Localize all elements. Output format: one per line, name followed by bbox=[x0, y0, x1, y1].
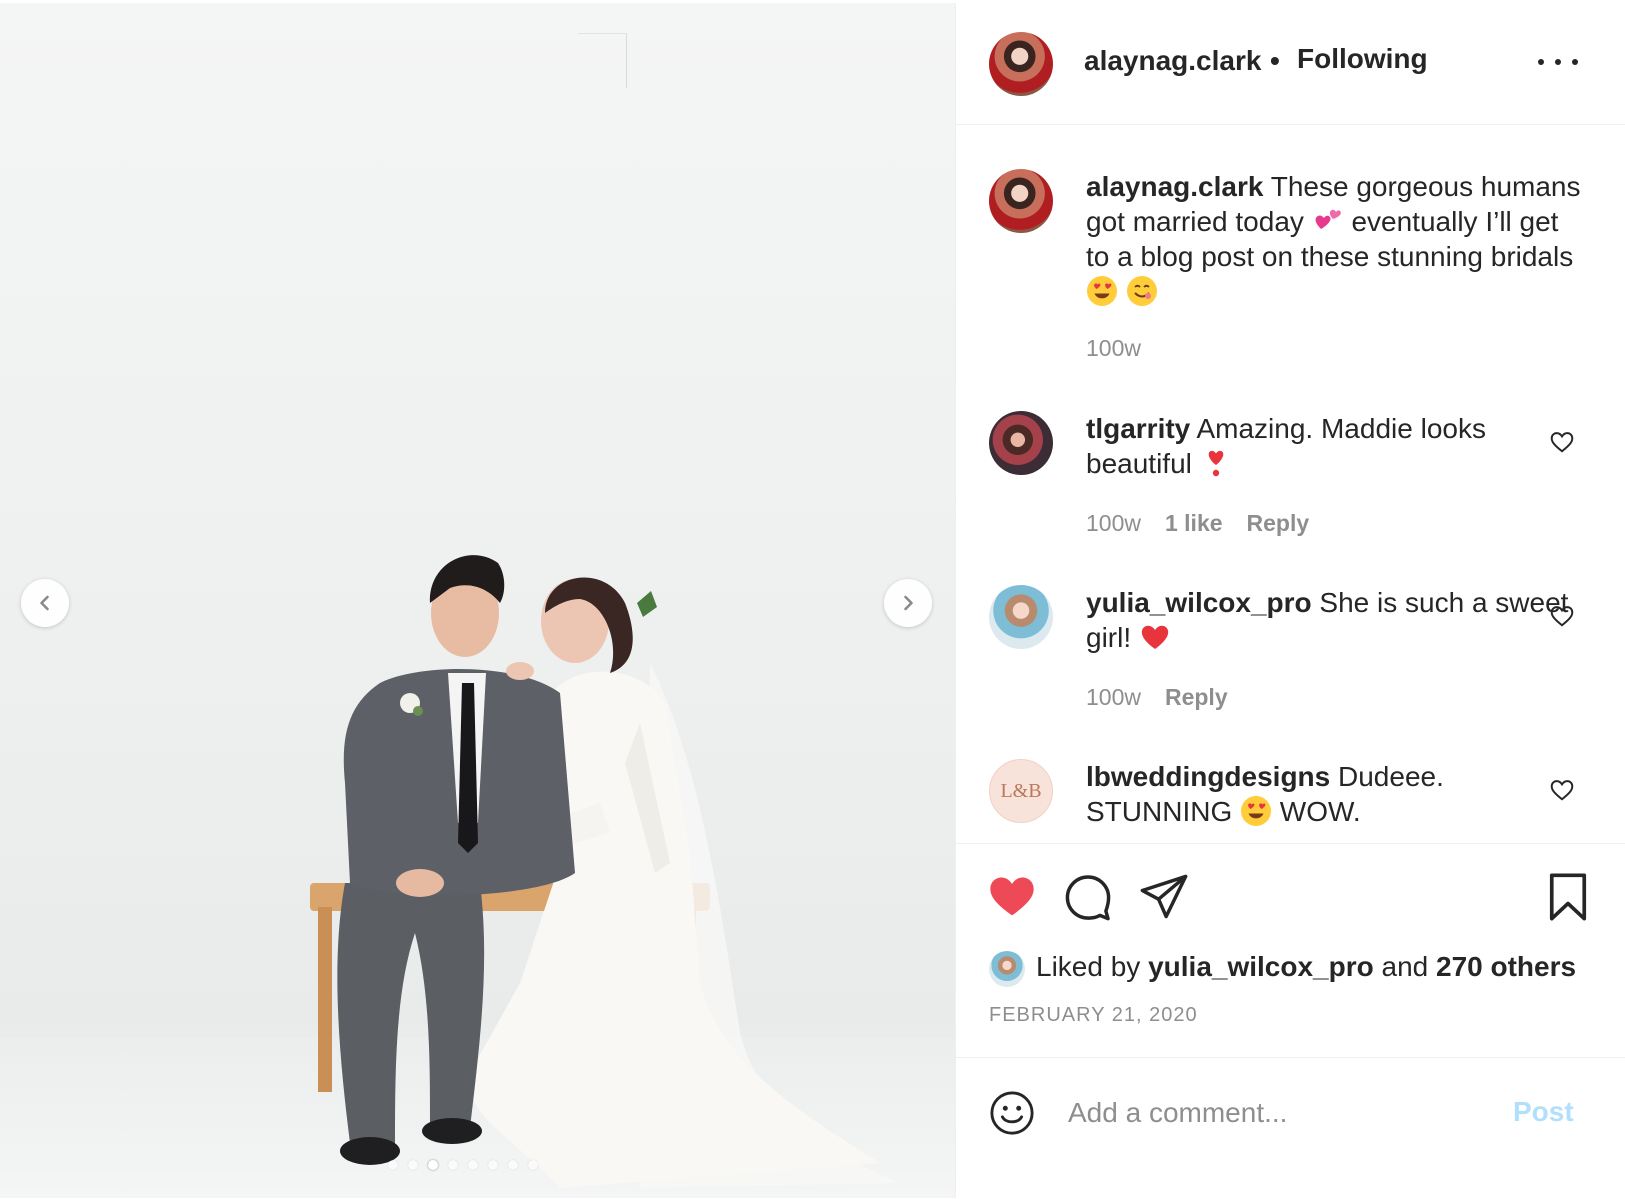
comment-body: tlgarrity Amazing. Maddie looks beautifu… bbox=[1086, 411, 1586, 481]
carousel-dot bbox=[408, 1160, 418, 1170]
liked-by-text: Liked by yulia_wilcox_pro and 270 others bbox=[1036, 951, 1576, 983]
liker-avatar[interactable] bbox=[989, 951, 1025, 987]
caption-meta: 100w bbox=[1086, 335, 1141, 362]
carousel-dot bbox=[488, 1160, 498, 1170]
commenter-username[interactable]: lbweddingdesigns bbox=[1086, 761, 1330, 792]
post-date: FEBRUARY 21, 2020 bbox=[989, 1004, 1198, 1026]
action-bar: Liked by yulia_wilcox_pro and 270 others… bbox=[956, 843, 1625, 1058]
previous-photo-button[interactable] bbox=[21, 579, 69, 627]
comment-timestamp: 100w bbox=[1086, 510, 1141, 536]
liked-by: Liked by yulia_wilcox_pro and 270 others bbox=[956, 949, 1625, 989]
next-photo-button[interactable] bbox=[884, 579, 932, 627]
comment-meta: 100w 1 like Reply bbox=[1086, 510, 1309, 537]
emoji-picker-icon[interactable] bbox=[989, 1090, 1035, 1136]
liked-by-middle: and bbox=[1381, 951, 1429, 982]
commenter-avatar[interactable] bbox=[989, 585, 1053, 649]
reply-button[interactable]: Reply bbox=[1165, 684, 1228, 711]
post-photo[interactable] bbox=[0, 3, 955, 1198]
heart-exclamation-icon bbox=[1208, 450, 1223, 477]
liked-by-others[interactable]: 270 others bbox=[1436, 951, 1576, 982]
carousel-dot bbox=[508, 1160, 518, 1170]
comment-composer: Post bbox=[956, 1057, 1625, 1199]
two-hearts-icon bbox=[1315, 209, 1341, 229]
smiling-face-icon bbox=[1126, 276, 1157, 306]
instagram-post-view: alaynag.clark • Following alaynag.clark … bbox=[0, 0, 1625, 1198]
share-icon[interactable] bbox=[1138, 871, 1190, 923]
comment-body: yulia_wilcox_pro She is such a sweet gir… bbox=[1086, 585, 1586, 655]
carousel-dot bbox=[528, 1160, 538, 1170]
comment-input[interactable] bbox=[1066, 1088, 1500, 1138]
carousel-dot bbox=[388, 1160, 398, 1170]
carousel-dot bbox=[448, 1160, 458, 1170]
author-username[interactable]: alaynag.clark bbox=[1084, 45, 1261, 77]
like-comment-icon[interactable] bbox=[1549, 429, 1575, 455]
commenter-username[interactable]: yulia_wilcox_pro bbox=[1086, 587, 1312, 618]
heart-eyes-icon bbox=[1087, 276, 1117, 306]
post-sidebar: alaynag.clark • Following alaynag.clark … bbox=[955, 3, 1625, 1198]
caption-username[interactable]: alaynag.clark bbox=[1086, 171, 1263, 202]
comment-timestamp: 100w bbox=[1086, 684, 1141, 710]
header-separator: • bbox=[1270, 45, 1280, 76]
chevron-right-icon bbox=[904, 595, 913, 611]
caption-body: alaynag.clark These gorgeous humans got … bbox=[1086, 169, 1586, 309]
heart-eyes-icon bbox=[1241, 796, 1272, 826]
comments-section: alaynag.clark These gorgeous humans got … bbox=[956, 125, 1625, 843]
carousel-dot bbox=[428, 1160, 438, 1170]
red-heart-icon bbox=[1141, 625, 1169, 649]
following-button[interactable]: Following bbox=[1297, 43, 1428, 75]
like-heart-icon[interactable] bbox=[986, 871, 1038, 923]
liked-by-prefix: Liked by bbox=[1036, 951, 1141, 982]
comment-meta: 100w Reply bbox=[1086, 684, 1228, 711]
carousel-dot bbox=[468, 1160, 478, 1170]
save-bookmark-icon[interactable] bbox=[1542, 871, 1594, 923]
carousel-indicator bbox=[388, 1160, 538, 1170]
like-comment-icon[interactable] bbox=[1549, 603, 1575, 629]
comment-text-2: WOW. bbox=[1279, 796, 1361, 827]
commenter-avatar[interactable]: L&B bbox=[989, 759, 1053, 823]
commenter-avatar[interactable] bbox=[989, 411, 1053, 475]
commenter-username[interactable]: tlgarrity bbox=[1086, 413, 1190, 444]
more-options-icon[interactable] bbox=[1538, 47, 1578, 77]
post-comment-button[interactable]: Post bbox=[1513, 1096, 1574, 1128]
author-avatar[interactable] bbox=[989, 32, 1053, 96]
comment-body: lbweddingdesigns Dudeee. STUNNING WOW. bbox=[1086, 759, 1586, 829]
chevron-left-icon bbox=[40, 595, 49, 611]
comment-likes[interactable]: 1 like bbox=[1165, 510, 1223, 537]
caption-avatar[interactable] bbox=[989, 169, 1053, 233]
reply-button[interactable]: Reply bbox=[1247, 510, 1310, 537]
comment-icon[interactable] bbox=[1062, 871, 1114, 923]
couple-illustration bbox=[310, 555, 900, 1188]
caption-timestamp: 100w bbox=[1086, 335, 1141, 361]
like-comment-icon[interactable] bbox=[1549, 777, 1575, 803]
liked-by-user[interactable]: yulia_wilcox_pro bbox=[1148, 951, 1374, 982]
post-header: alaynag.clark • Following bbox=[956, 3, 1625, 125]
